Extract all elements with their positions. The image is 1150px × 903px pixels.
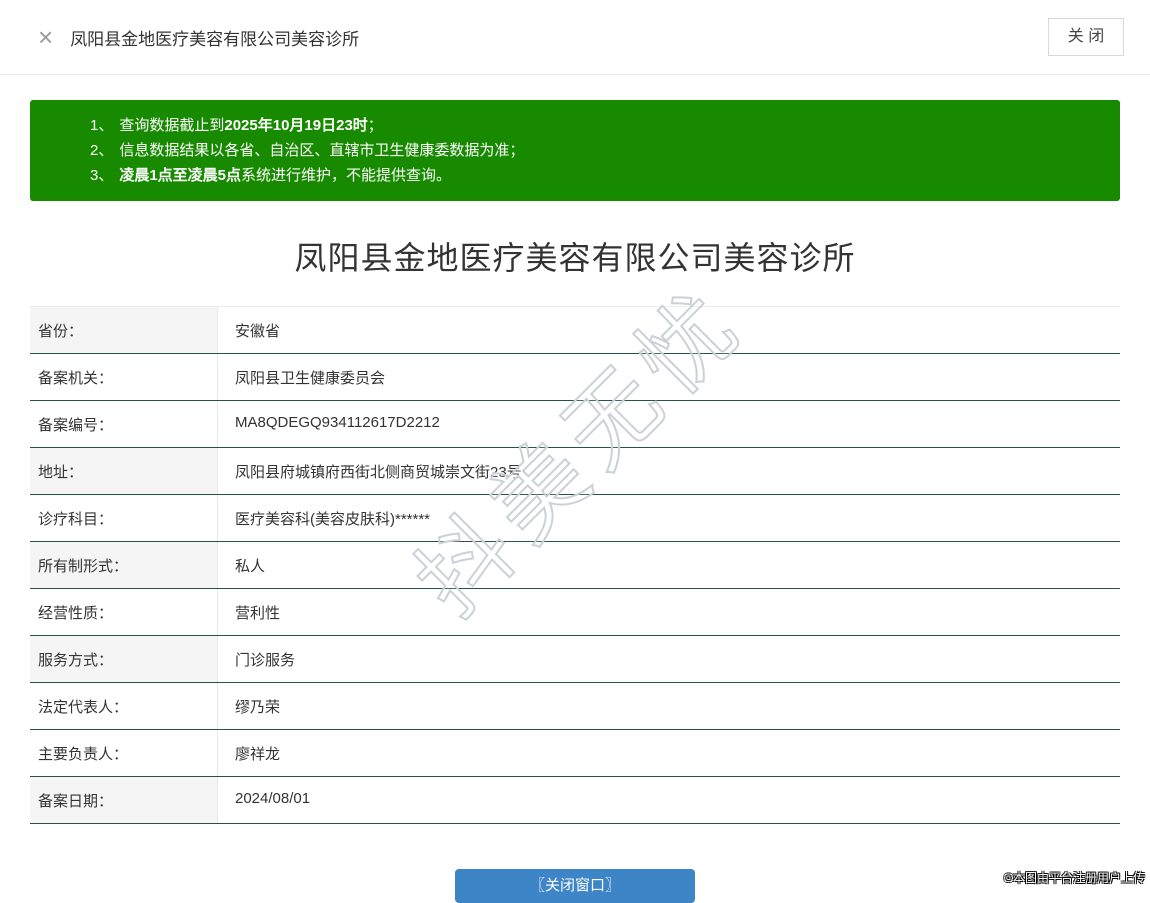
table-row: 所有制形式：私人 xyxy=(30,542,1120,589)
row-value: 廖祥龙 xyxy=(218,730,1120,776)
close-icon[interactable]: × xyxy=(38,24,53,50)
notice-text-bold: 凌晨1点至凌晨5点 xyxy=(119,167,241,184)
row-value: 缪乃荣 xyxy=(218,683,1120,729)
table-row: 法定代表人：缪乃荣 xyxy=(30,683,1120,730)
notice-text: 查询数据截止到 xyxy=(119,117,224,134)
notice-line-number: 3、 xyxy=(90,167,113,184)
row-label: 地址： xyxy=(30,448,218,494)
notice-line-number: 2、 xyxy=(90,142,113,159)
row-value: 私人 xyxy=(218,542,1120,588)
table-row: 备案机关：凤阳县卫生健康委员会 xyxy=(30,354,1120,401)
table-row: 备案编号：MA8QDEGQ934112617D2212 xyxy=(30,401,1120,448)
table-row: 服务方式：门诊服务 xyxy=(30,636,1120,683)
notice-line: 3、凌晨1点至凌晨5点系统进行维护，不能提供查询。 xyxy=(90,163,1100,188)
table-row: 诊疗科目：医疗美容科(美容皮肤科)****** xyxy=(30,495,1120,542)
notice-line-number: 1、 xyxy=(90,117,113,134)
notice-line: 2、信息数据结果以各省、自治区、直辖市卫生健康委数据为准； xyxy=(90,138,1100,163)
footer-bar: 〖关闭窗口〗 xyxy=(0,869,1150,903)
row-label: 法定代表人： xyxy=(30,683,218,729)
row-value: MA8QDEGQ934112617D2212 xyxy=(218,401,1120,447)
row-value: 2024/08/01 xyxy=(218,777,1120,823)
row-value: 凤阳县卫生健康委员会 xyxy=(218,354,1120,400)
row-value: 营利性 xyxy=(218,589,1120,635)
row-label: 备案机关： xyxy=(30,354,218,400)
clinic-name-title: 凤阳县金地医疗美容有限公司美容诊所 xyxy=(0,233,1150,279)
table-row: 备案日期：2024/08/01 xyxy=(30,777,1120,824)
dialog-header: × 凤阳县金地医疗美容有限公司美容诊所 关 闭 xyxy=(0,0,1150,75)
table-row: 地址：凤阳县府城镇府西街北侧商贸城崇文街23号 xyxy=(30,448,1120,495)
row-label: 备案编号： xyxy=(30,401,218,447)
notice-text: 系统进行维护，不能提供查询。 xyxy=(241,167,451,184)
close-window-button[interactable]: 〖关闭窗口〗 xyxy=(455,869,695,903)
notice-text: ； xyxy=(368,117,383,134)
row-value: 门诊服务 xyxy=(218,636,1120,682)
row-label: 主要负责人： xyxy=(30,730,218,776)
row-label: 服务方式： xyxy=(30,636,218,682)
row-value: 安徽省 xyxy=(218,307,1120,353)
notice-text-bold: 2025年10月19日23时 xyxy=(224,117,367,134)
record-table: 省份：安徽省备案机关：凤阳县卫生健康委员会备案编号：MA8QDEGQ934112… xyxy=(30,306,1120,824)
notice-banner: 1、查询数据截止到2025年10月19日23时； 2、信息数据结果以各省、自治区… xyxy=(30,100,1120,201)
table-row: 经营性质：营利性 xyxy=(30,589,1120,636)
row-label: 所有制形式： xyxy=(30,542,218,588)
row-label: 经营性质： xyxy=(30,589,218,635)
close-button[interactable]: 关 闭 xyxy=(1048,18,1124,56)
table-row: 省份：安徽省 xyxy=(30,307,1120,354)
row-label: 省份： xyxy=(30,307,218,353)
row-value: 医疗美容科(美容皮肤科)****** xyxy=(218,495,1120,541)
row-value: 凤阳县府城镇府西街北侧商贸城崇文街23号 xyxy=(218,448,1120,494)
notice-text: 信息数据结果以各省、自治区、直辖市卫生健康委数据为准； xyxy=(119,142,524,159)
dialog-title: 凤阳县金地医疗美容有限公司美容诊所 xyxy=(70,25,359,50)
table-row: 主要负责人：廖祥龙 xyxy=(30,730,1120,777)
copyright-watermark: ©本图由平台注册用户上传 xyxy=(1004,869,1145,886)
row-label: 备案日期： xyxy=(30,777,218,823)
notice-line: 1、查询数据截止到2025年10月19日23时； xyxy=(90,113,1100,138)
row-label: 诊疗科目： xyxy=(30,495,218,541)
